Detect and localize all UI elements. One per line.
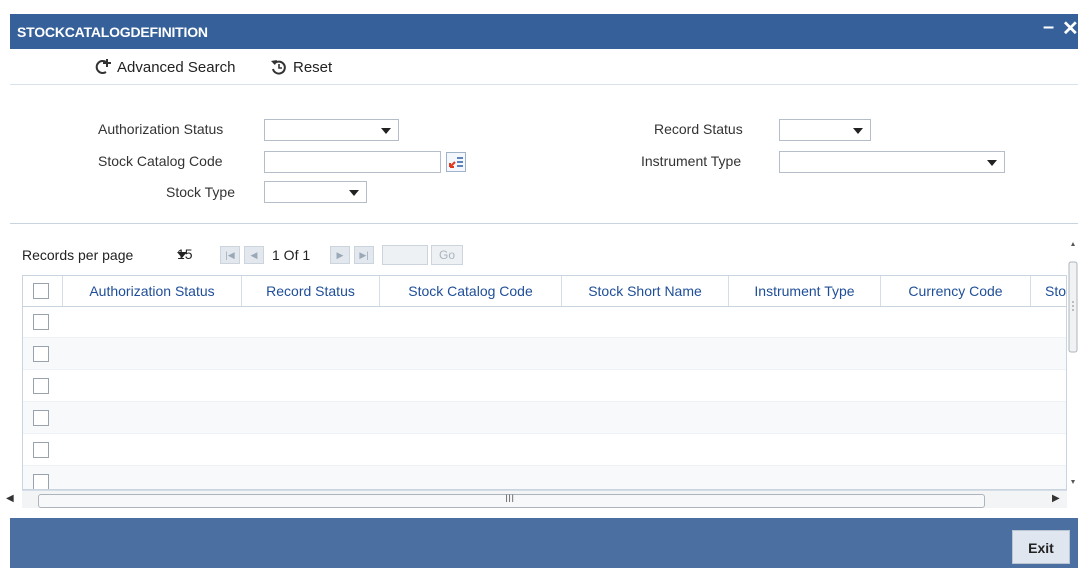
record-status-select[interactable] <box>779 119 871 141</box>
records-per-page-label: Records per page <box>22 247 134 263</box>
first-page-icon: |◀ <box>225 250 235 260</box>
column-header-currency-code[interactable]: Currency Code <box>881 276 1031 306</box>
last-page-button[interactable]: ▶| <box>354 246 374 264</box>
scroll-grip-label: III <box>505 493 515 505</box>
next-page-button[interactable]: ▶ <box>330 246 350 264</box>
reset-label: Reset <box>293 58 333 76</box>
instrument-type-select[interactable] <box>779 151 1005 173</box>
last-page-icon: ▶| <box>359 250 369 260</box>
stock-catalog-code-input[interactable] <box>264 151 441 173</box>
table-row[interactable] <box>23 402 1066 434</box>
instrument-type-label: Instrument Type <box>641 153 742 169</box>
table-header: Authorization Status Record Status Stock… <box>23 276 1066 307</box>
close-button[interactable]: ✕ <box>1062 16 1078 41</box>
horizontal-scroll-thumb[interactable]: III <box>38 493 985 508</box>
vertical-scroll-thumb[interactable] <box>1068 261 1078 353</box>
reset-icon <box>271 60 286 75</box>
toolbar: Advanced Search Reset <box>10 49 1078 85</box>
page-number-input[interactable] <box>382 245 428 265</box>
column-header-record-status[interactable]: Record Status <box>242 276 380 306</box>
title-bar: STOCKCATALOGDEFINITION – ✕ <box>10 14 1078 49</box>
column-header-authorization-status[interactable]: Authorization Status <box>63 276 242 306</box>
window-title: STOCKCATALOGDEFINITION <box>17 24 208 40</box>
column-header-stock-partial[interactable]: Sto <box>1031 276 1066 306</box>
stock-type-label: Stock Type <box>166 184 236 200</box>
stock-catalog-code-label: Stock Catalog Code <box>98 153 223 169</box>
select-all-header <box>23 276 63 306</box>
previous-page-button[interactable]: ◀ <box>244 246 264 264</box>
chevron-down-icon <box>853 128 863 134</box>
scroll-down-icon[interactable] <box>1071 480 1075 484</box>
reset-button[interactable]: Reset <box>270 58 332 76</box>
advanced-search-icon <box>95 59 111 74</box>
table-row[interactable] <box>23 466 1066 489</box>
scroll-up-icon[interactable] <box>1071 242 1075 246</box>
go-button[interactable]: Go <box>431 245 463 265</box>
chevron-down-icon <box>381 128 391 134</box>
table-row[interactable] <box>23 434 1066 466</box>
column-header-stock-short-name[interactable]: Stock Short Name <box>562 276 729 306</box>
table-row[interactable] <box>23 370 1066 402</box>
vertical-scrollbar[interactable] <box>1068 236 1078 492</box>
row-checkbox[interactable] <box>33 410 49 426</box>
records-per-page-select[interactable]: 15 <box>167 244 225 266</box>
minimize-button[interactable]: – <box>1043 16 1054 39</box>
table-row[interactable] <box>23 338 1066 370</box>
advanced-search-label: Advanced Search <box>117 58 236 76</box>
record-status-label: Record Status <box>654 121 743 137</box>
row-checkbox[interactable] <box>33 314 49 330</box>
table-row[interactable] <box>23 306 1066 338</box>
stock-type-select[interactable] <box>264 181 367 203</box>
chevron-down-icon <box>177 252 187 258</box>
row-checkbox[interactable] <box>33 474 49 489</box>
advanced-search-button[interactable]: Advanced Search <box>94 58 235 76</box>
next-page-icon: ▶ <box>336 250 344 260</box>
horizontal-scrollbar[interactable]: ◀ III ▶ <box>6 490 1067 508</box>
authorization-status-select[interactable] <box>264 119 399 141</box>
exit-button[interactable]: Exit <box>1012 530 1070 564</box>
scroll-left-icon[interactable]: ◀ <box>6 493 14 504</box>
results-table: Authorization Status Record Status Stock… <box>22 275 1067 490</box>
search-form: Authorization Status Stock Catalog Code … <box>10 85 1078 224</box>
scroll-right-icon[interactable]: ▶ <box>1052 493 1060 504</box>
chevron-down-icon <box>349 190 359 196</box>
first-page-button[interactable]: |◀ <box>220 246 240 264</box>
column-header-instrument-type[interactable]: Instrument Type <box>729 276 881 306</box>
row-checkbox[interactable] <box>33 442 49 458</box>
chevron-down-icon <box>987 160 997 166</box>
footer-bar: Exit <box>10 518 1078 568</box>
page-info: 1 Of 1 <box>272 247 311 263</box>
previous-page-icon: ◀ <box>250 250 258 260</box>
list-of-values-icon[interactable] <box>446 152 466 172</box>
row-checkbox[interactable] <box>33 378 49 394</box>
select-all-checkbox[interactable] <box>33 283 49 299</box>
pagination-bar: Records per page 15 |◀ ◀ 1 Of 1 ▶ ▶| Go <box>10 236 1068 270</box>
column-header-stock-catalog-code[interactable]: Stock Catalog Code <box>380 276 562 306</box>
authorization-status-label: Authorization Status <box>98 121 224 137</box>
row-checkbox[interactable] <box>33 346 49 362</box>
